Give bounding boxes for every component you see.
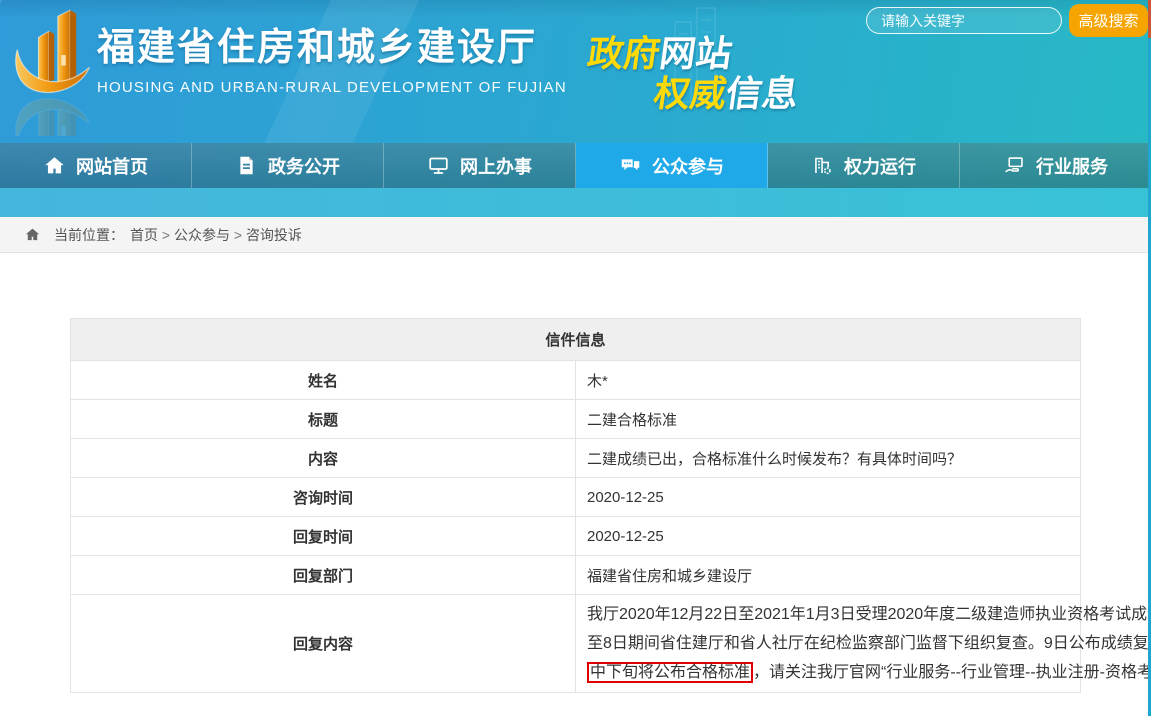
- nav-item-label: 公众参与: [652, 153, 724, 179]
- slogan-line1-em: 政府: [585, 33, 663, 74]
- main-nav: 网站首页 政务公开 网上办事 公众参与 权力运行 行业服务: [0, 143, 1151, 188]
- letter-row: 姓名木*: [71, 361, 1081, 400]
- slogan-line2-rest: 信息: [723, 73, 801, 114]
- reply-content-row: 回复内容 我厅2020年12月22日至2021年1月3日受理2020年度二级建造…: [71, 595, 1081, 693]
- letter-table-header-row: 信件信息: [71, 319, 1081, 361]
- reply-text: 至8日期间省住建厅和省人社厅在纪检监察部门监督下组织复查。9日公布成绩复查结果，: [587, 635, 1151, 652]
- site-header: 福建省住房和城乡建设厅 HOUSING AND URBAN-RURAL DEVE…: [0, 0, 1151, 143]
- reply-line: 至8日期间省住建厅和省人社厅在纪检监察部门监督下组织复查。9日公布成绩复查结果，…: [587, 629, 1066, 658]
- nav-item-label: 网站首页: [76, 153, 148, 179]
- letter-row-value: 2020-12-25: [576, 517, 1081, 556]
- letter-row-value: 2020-12-25: [576, 478, 1081, 517]
- document-icon: [235, 155, 257, 177]
- letter-row-label: 咨询时间: [71, 478, 576, 517]
- breadcrumb-separator: >: [230, 227, 246, 243]
- nav-item-label: 政务公开: [268, 153, 340, 179]
- reply-line: 中下旬将公布合格标准，请关注我厅官网“行业服务--行业管理--执业注册-资格考试…: [587, 658, 1066, 687]
- letter-row-value: 木*: [576, 361, 1081, 400]
- building-gear-icon: [811, 155, 833, 177]
- letter-row-label: 回复时间: [71, 517, 576, 556]
- slogan-line2-em: 权威: [651, 73, 729, 114]
- breadcrumb-prefix: 当前位置：: [54, 225, 124, 245]
- letter-row: 标题二建合格标准: [71, 400, 1081, 439]
- slogan-line1-rest: 网站: [657, 33, 735, 74]
- breadcrumb-items: 首页 > 公众参与 > 咨询投诉: [130, 225, 302, 245]
- nav-substrip: [0, 188, 1151, 217]
- nav-item-6[interactable]: 行业服务: [960, 143, 1151, 188]
- site-logo[interactable]: [12, 4, 100, 136]
- reply-text: 我厅2020年12月22日至2021年1月3日受理2020年度二级建造师执业资格…: [587, 606, 1151, 623]
- site-title: 福建省住房和城乡建设厅: [97, 16, 567, 71]
- nav-item-2[interactable]: 政务公开: [192, 143, 384, 188]
- reply-content-label: 回复内容: [71, 595, 576, 693]
- reply-line: 我厅2020年12月22日至2021年1月3日受理2020年度二级建造师执业资格…: [587, 600, 1066, 629]
- letter-row-label: 内容: [71, 439, 576, 478]
- nav-item-5[interactable]: 权力运行: [768, 143, 960, 188]
- home-icon: [43, 155, 65, 177]
- breadcrumb-separator: >: [158, 227, 174, 243]
- advanced-search-button[interactable]: 高级搜索: [1069, 4, 1148, 37]
- site-slogan: 政府网站 权威信息: [580, 36, 807, 112]
- search-input[interactable]: [867, 13, 1068, 29]
- service-icon: [1003, 155, 1025, 177]
- letter-row: 内容二建成绩已出，合格标准什么时候发布？有具体时间吗？: [71, 439, 1081, 478]
- nav-item-label: 行业服务: [1036, 153, 1108, 179]
- breadcrumb-link-3[interactable]: 咨询投诉: [246, 227, 302, 243]
- search-box: [866, 7, 1062, 34]
- letter-row-value: 福建省住房和城乡建设厅: [576, 556, 1081, 595]
- letter-row: 回复部门福建省住房和城乡建设厅: [71, 556, 1081, 595]
- nav-item-3[interactable]: 网上办事: [384, 143, 576, 188]
- reply-content-value: 我厅2020年12月22日至2021年1月3日受理2020年度二级建造师执业资格…: [576, 595, 1081, 693]
- letter-row: 回复时间2020-12-25: [71, 517, 1081, 556]
- site-subtitle: HOUSING AND URBAN-RURAL DEVELOPMENT OF F…: [97, 79, 567, 96]
- letter-row-label: 回复部门: [71, 556, 576, 595]
- breadcrumb: 当前位置： 首页 > 公众参与 > 咨询投诉: [0, 217, 1151, 253]
- reply-highlight: 中下旬将公布合格标准: [587, 662, 753, 683]
- nav-item-label: 网上办事: [460, 153, 532, 179]
- site-identity: 福建省住房和城乡建设厅 HOUSING AND URBAN-RURAL DEVE…: [97, 16, 567, 96]
- main-content: 信件信息 姓名木*标题二建合格标准内容二建成绩已出，合格标准什么时候发布？有具体…: [0, 253, 1151, 693]
- letter-row: 咨询时间2020-12-25: [71, 478, 1081, 517]
- letter-row-value: 二建成绩已出，合格标准什么时候发布？有具体时间吗？: [576, 439, 1081, 478]
- monitor-icon: [427, 155, 449, 177]
- reply-text: ，请关注我厅官网“行业服务--行业管理--执业注册-资格考试”栏目。: [753, 664, 1151, 681]
- letter-row-label: 标题: [71, 400, 576, 439]
- chat-icon: [619, 155, 641, 177]
- breadcrumb-link-2[interactable]: 公众参与: [174, 227, 230, 243]
- letter-table: 信件信息 姓名木*标题二建合格标准内容二建成绩已出，合格标准什么时候发布？有具体…: [70, 318, 1081, 693]
- breadcrumb-home-icon: [25, 227, 40, 242]
- letter-row-label: 姓名: [71, 361, 576, 400]
- letter-row-value: 二建合格标准: [576, 400, 1081, 439]
- nav-item-4[interactable]: 公众参与: [576, 143, 768, 188]
- nav-item-1[interactable]: 网站首页: [0, 143, 192, 188]
- breadcrumb-link-1[interactable]: 首页: [130, 227, 158, 243]
- nav-item-label: 权力运行: [844, 153, 916, 179]
- letter-table-title: 信件信息: [71, 319, 1081, 361]
